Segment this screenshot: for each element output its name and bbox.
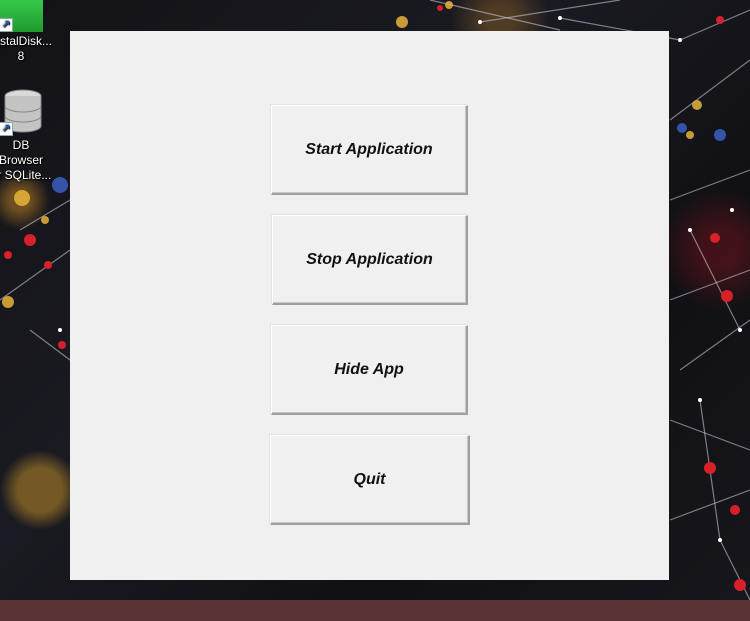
shortcut-arrow-icon: ↗ bbox=[0, 122, 13, 136]
taskbar bbox=[0, 600, 750, 621]
desktop-icon-label: DB Browser bbox=[0, 138, 43, 167]
desktop-icon-label: rystalDisk... bbox=[0, 34, 53, 48]
desktop-icon-label: or SQLite... bbox=[0, 168, 52, 182]
desktop-icon-crystaldiskmark[interactable]: ↗ rystalDisk... 8 bbox=[0, 0, 52, 64]
quit-button[interactable]: Quit bbox=[270, 435, 470, 525]
crystaldiskmark-icon: ↗ bbox=[0, 0, 43, 32]
stop-application-button[interactable]: Stop Application bbox=[272, 215, 468, 305]
app-window: Start Application Stop Application Hide … bbox=[70, 31, 669, 580]
desktop-icon-db-browser[interactable]: ↗ DB Browser or SQLite... bbox=[0, 88, 52, 183]
desktop-icon-label: 8 bbox=[17, 49, 25, 63]
hide-app-button[interactable]: Hide App bbox=[271, 325, 468, 415]
start-application-button[interactable]: Start Application bbox=[271, 105, 468, 195]
shortcut-arrow-icon: ↗ bbox=[0, 18, 13, 32]
database-icon: ↗ bbox=[0, 88, 43, 136]
